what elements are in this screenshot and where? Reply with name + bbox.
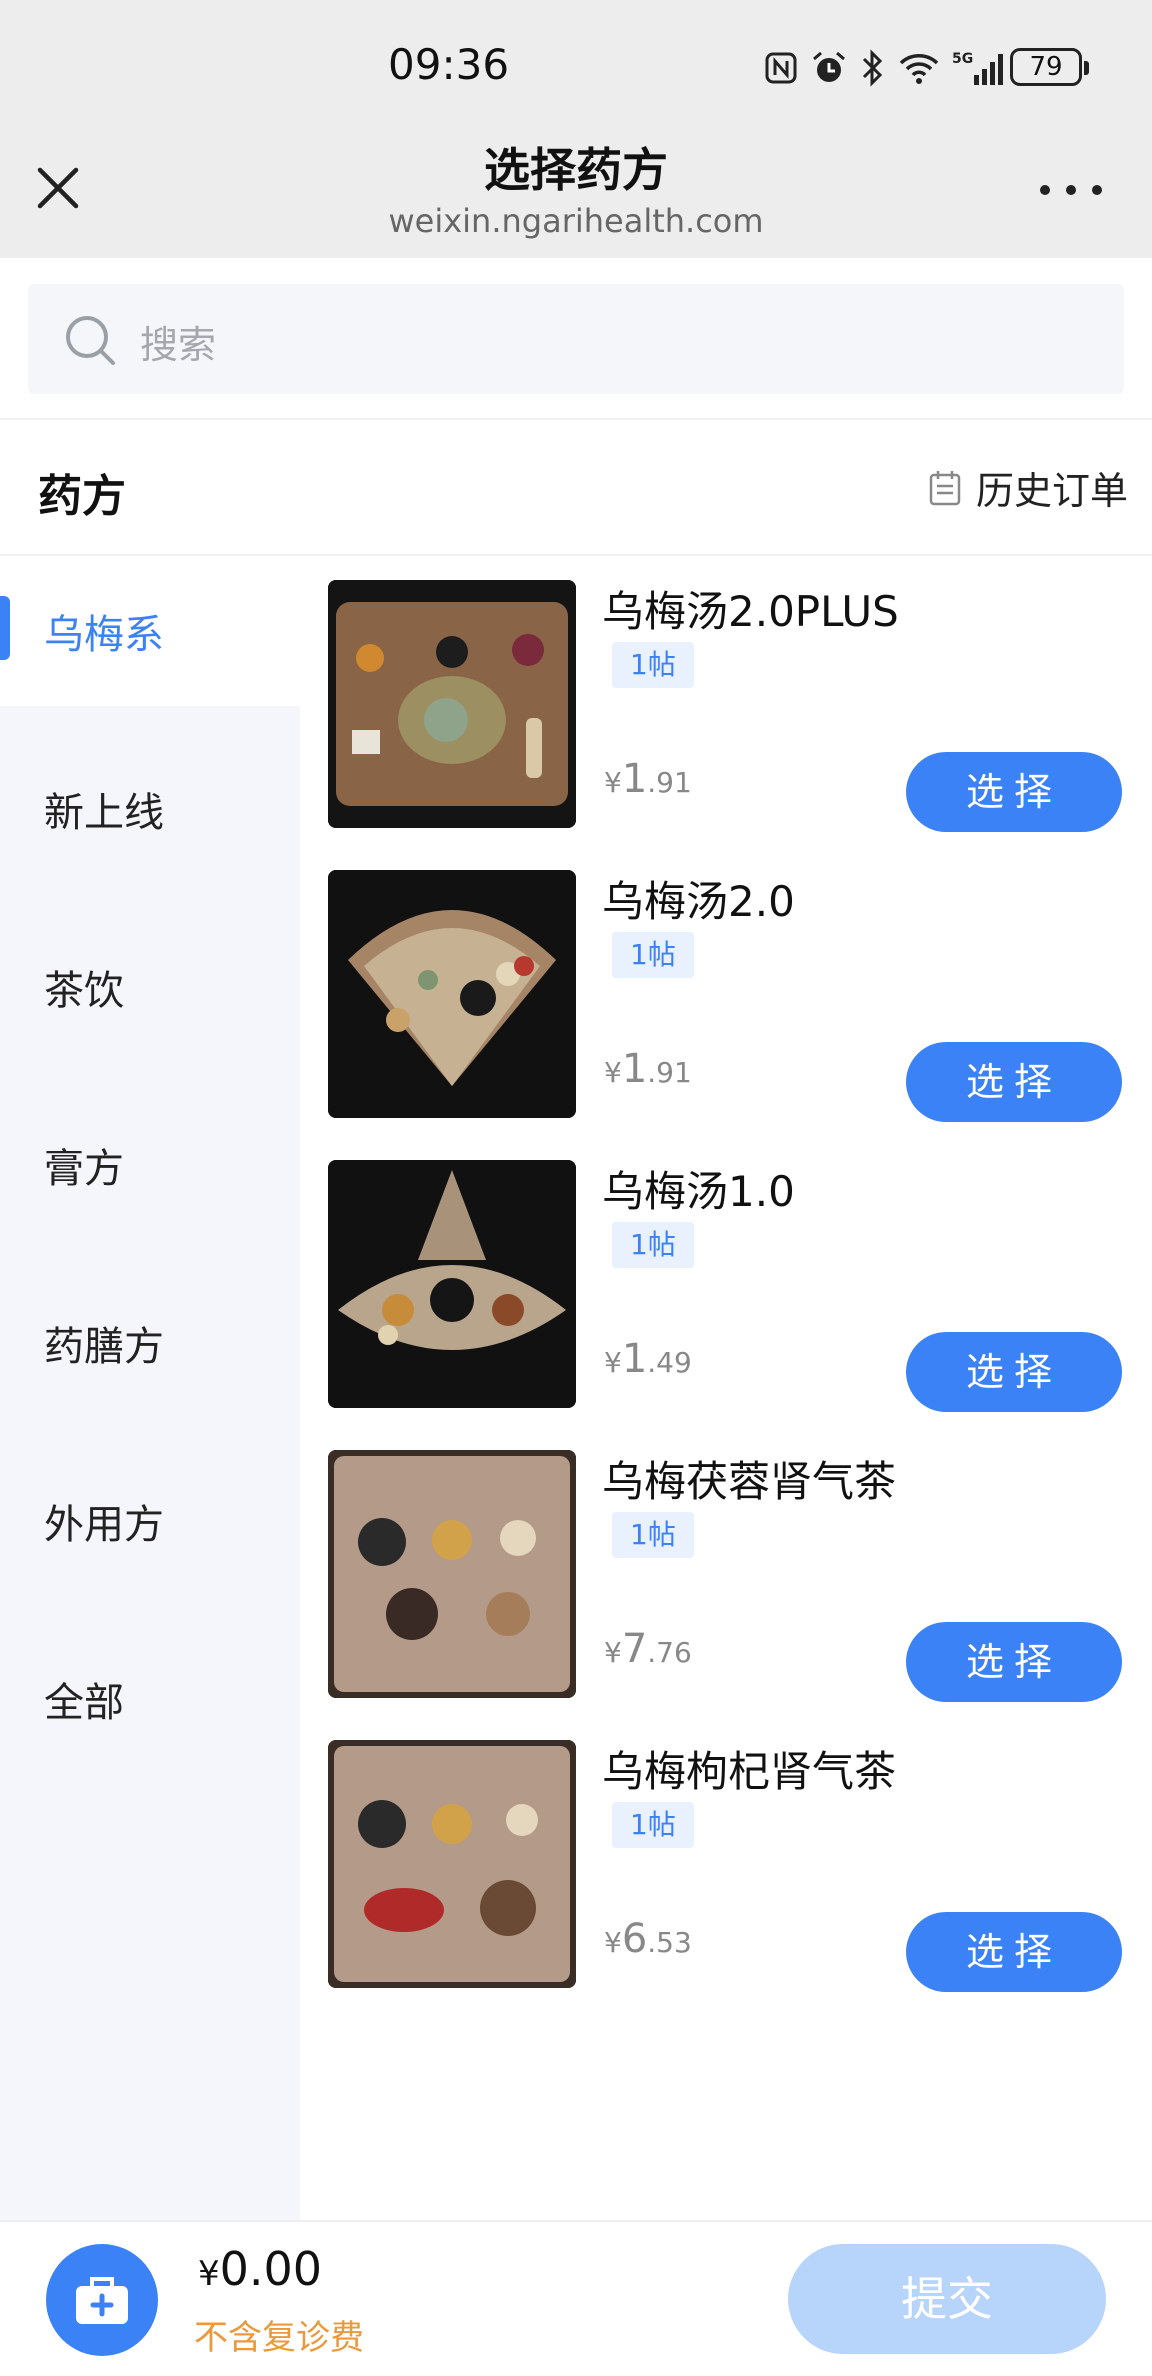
product-price: ¥6.53 bbox=[604, 1916, 692, 1962]
product-name: 乌梅汤2.0 bbox=[602, 877, 795, 926]
calendar-icon bbox=[929, 470, 961, 505]
total-value: 0.00 bbox=[219, 2242, 323, 2296]
history-orders-link[interactable]: 历史订单 bbox=[928, 460, 1128, 515]
price-decimal: .76 bbox=[647, 1636, 692, 1669]
dose-tag: 1帖 bbox=[612, 1222, 694, 1268]
select-button[interactable]: 选择 bbox=[906, 1042, 1122, 1122]
sidebar-item-paste[interactable]: 膏方 bbox=[0, 1090, 300, 1240]
signal-5g-icon: 5G bbox=[952, 51, 1003, 85]
section-title: 药方 bbox=[38, 471, 126, 522]
svg-text:5G: 5G bbox=[952, 51, 973, 67]
price-currency: ¥ bbox=[604, 1926, 622, 1959]
product-price: ¥1.91 bbox=[604, 1046, 692, 1092]
product-card: 乌梅茯蓉肾气茶 1帖 ¥7.76 选择 bbox=[300, 1426, 1152, 1716]
page-domain: weixin.ngarihealth.com bbox=[388, 202, 764, 240]
dose-tag: 1帖 bbox=[612, 1512, 694, 1558]
select-button[interactable]: 选择 bbox=[906, 1912, 1122, 1992]
product-name: 乌梅汤1.0 bbox=[602, 1167, 795, 1216]
price-currency: ¥ bbox=[604, 1346, 622, 1379]
sidebar-item-label: 全部 bbox=[44, 1680, 124, 1726]
price-integer: 7 bbox=[621, 1626, 648, 1672]
select-button[interactable]: 选择 bbox=[906, 752, 1122, 832]
sidebar-item-label: 外用方 bbox=[44, 1502, 164, 1548]
price-decimal: .53 bbox=[647, 1926, 692, 1959]
alarm-icon bbox=[813, 51, 845, 82]
price-decimal: .91 bbox=[647, 766, 692, 799]
page-title: 选择药方 bbox=[484, 143, 668, 197]
sidebar-item-label: 膏方 bbox=[44, 1146, 124, 1192]
top-bar: 09:36 5G 79 选择药方 weixin.ngarihealth.com bbox=[0, 0, 1152, 258]
submit-button[interactable]: 提交 bbox=[788, 2244, 1106, 2354]
price-integer: 1 bbox=[621, 1046, 648, 1092]
product-list: 乌梅汤2.0PLUS 1帖 ¥1.91 选择 乌梅汤2.0 1帖 ¥1.91 选… bbox=[300, 556, 1152, 2220]
product-name: 乌梅茯蓉肾气茶 bbox=[602, 1457, 897, 1506]
bottom-bar: ¥0.00 不含复诊费 提交 bbox=[0, 2220, 1152, 2376]
sidebar-item-tea[interactable]: 茶饮 bbox=[0, 912, 300, 1062]
nfc-icon bbox=[765, 52, 797, 84]
battery-indicator: 79 bbox=[1010, 48, 1089, 86]
product-image bbox=[328, 1450, 576, 1698]
total-amount: ¥0.00 bbox=[198, 2242, 322, 2296]
status-time: 09:36 bbox=[388, 40, 510, 89]
search-placeholder: 搜索 bbox=[140, 323, 217, 367]
product-price: ¥1.91 bbox=[604, 756, 692, 802]
select-button[interactable]: 选择 bbox=[906, 1622, 1122, 1702]
product-name: 乌梅汤2.0PLUS bbox=[602, 587, 899, 636]
product-card: 乌梅枸杞肾气茶 1帖 ¥6.53 选择 bbox=[300, 1716, 1152, 2006]
history-orders-label: 历史订单 bbox=[975, 469, 1128, 513]
product-price: ¥7.76 bbox=[604, 1626, 692, 1672]
sidebar-item-label: 新上线 bbox=[44, 790, 164, 836]
product-card: 乌梅汤2.0 1帖 ¥1.91 选择 bbox=[300, 846, 1152, 1136]
sidebar-item-wumei[interactable]: 乌梅系 bbox=[0, 556, 300, 706]
status-icons: 5G bbox=[764, 46, 1004, 90]
product-card: 乌梅汤1.0 1帖 ¥1.49 选择 bbox=[300, 1136, 1152, 1426]
price-currency: ¥ bbox=[604, 1056, 622, 1089]
product-image bbox=[328, 1740, 576, 1988]
product-image bbox=[328, 1160, 576, 1408]
bluetooth-icon bbox=[862, 49, 883, 87]
dose-tag: 1帖 bbox=[612, 1802, 694, 1848]
price-decimal: .91 bbox=[647, 1056, 692, 1089]
sidebar-item-external[interactable]: 外用方 bbox=[0, 1446, 300, 1596]
fee-note: 不含复诊费 bbox=[194, 2318, 364, 2358]
product-price: ¥1.49 bbox=[604, 1336, 692, 1382]
medicine-box-icon bbox=[76, 2277, 128, 2324]
category-sidebar: 乌梅系 新上线 茶饮 膏方 药膳方 外用方 全部 bbox=[0, 556, 300, 2220]
sidebar-item-all[interactable]: 全部 bbox=[0, 1624, 300, 1774]
section-header: 药方 历史订单 bbox=[0, 420, 1152, 556]
dose-tag: 1帖 bbox=[612, 642, 694, 688]
product-card: 乌梅汤2.0PLUS 1帖 ¥1.91 选择 bbox=[300, 556, 1152, 846]
wifi-icon bbox=[899, 54, 939, 84]
more-options-icon[interactable] bbox=[1040, 170, 1102, 210]
price-integer: 6 bbox=[621, 1916, 648, 1962]
sidebar-item-label: 乌梅系 bbox=[44, 612, 164, 658]
product-name: 乌梅枸杞肾气茶 bbox=[602, 1747, 897, 1796]
price-currency: ¥ bbox=[604, 1636, 622, 1669]
price-integer: 1 bbox=[621, 756, 648, 802]
price-integer: 1 bbox=[621, 1336, 648, 1382]
sidebar-item-label: 茶饮 bbox=[44, 968, 124, 1014]
total-currency: ¥ bbox=[198, 2254, 220, 2294]
product-image bbox=[328, 580, 576, 828]
sidebar-item-diet[interactable]: 药膳方 bbox=[0, 1268, 300, 1418]
price-decimal: .49 bbox=[647, 1346, 692, 1379]
search-input[interactable]: 搜索 bbox=[28, 284, 1124, 394]
sidebar-item-label: 药膳方 bbox=[44, 1324, 164, 1370]
price-currency: ¥ bbox=[604, 766, 622, 799]
search-area: 搜索 bbox=[0, 258, 1152, 420]
dose-tag: 1帖 bbox=[612, 932, 694, 978]
select-button[interactable]: 选择 bbox=[906, 1332, 1122, 1412]
sidebar-item-new[interactable]: 新上线 bbox=[0, 734, 300, 884]
product-image bbox=[328, 870, 576, 1118]
search-icon bbox=[66, 316, 115, 365]
prescription-box-button[interactable] bbox=[46, 2244, 158, 2356]
